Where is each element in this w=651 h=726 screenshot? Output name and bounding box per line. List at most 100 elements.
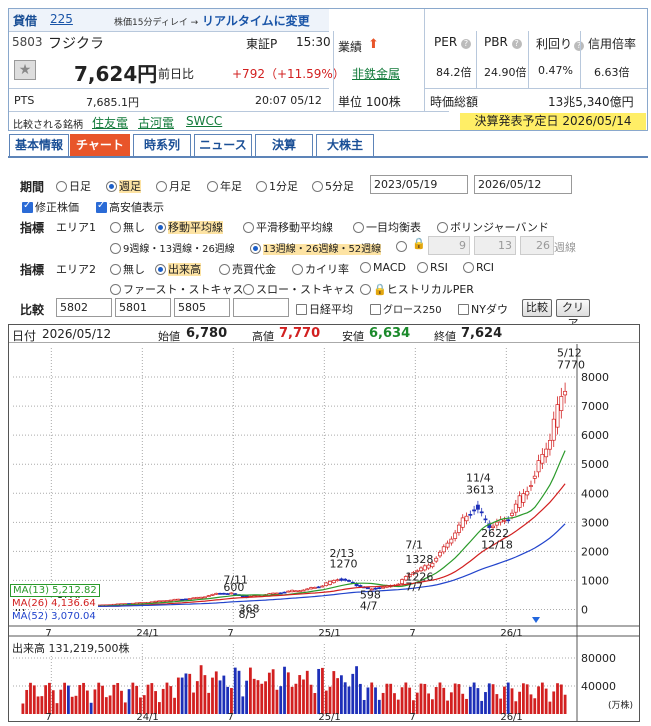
high-low-checkbox[interactable]: 高安値表示 <box>96 199 164 215</box>
custom-ma-1[interactable]: 9 <box>428 236 470 255</box>
volume-bar <box>442 687 446 714</box>
x-tick-label: 7 <box>409 712 415 722</box>
area2-macd[interactable]: MACD <box>360 261 406 274</box>
area2-label: エリア2 <box>56 263 96 276</box>
per-help-icon[interactable]: ? <box>460 39 471 49</box>
sector-link[interactable]: 非鉄金属 <box>352 65 400 82</box>
tab-news[interactable]: ニュース <box>194 134 252 156</box>
compare-code-3[interactable]: 5805 <box>174 298 230 317</box>
area1-none[interactable]: 無し <box>110 219 145 235</box>
ma-option-custom[interactable] <box>396 240 409 253</box>
volume-bar <box>468 686 472 714</box>
compare-nydow-checkbox[interactable]: NYダウ <box>458 301 508 317</box>
volume-bar <box>237 670 241 714</box>
y-tick-label: 4000 <box>581 487 609 500</box>
ma-option-13-26-52[interactable]: 13週線・26週線・52週線 <box>250 240 382 255</box>
candle-body <box>343 578 348 581</box>
tab-chart[interactable]: チャート <box>70 134 130 156</box>
candle-body <box>316 586 321 589</box>
info-open-label: 始値 <box>158 330 180 343</box>
candle-body <box>559 396 564 411</box>
volume-bar <box>381 692 385 714</box>
period-daily[interactable]: 日足 <box>56 178 91 194</box>
custom-ma-2[interactable]: 13 <box>474 236 516 255</box>
candle-body <box>312 587 317 589</box>
volume-bar <box>294 683 298 714</box>
market-cap-value: 13兆5,340億円 <box>548 95 634 109</box>
ma52-legend: MA(52) 3,070.04 <box>10 611 98 622</box>
area2-turnover[interactable]: 売買代金 <box>219 261 276 277</box>
period-monthly[interactable]: 月足 <box>156 178 191 194</box>
compare-button[interactable]: 比較 <box>522 299 552 317</box>
candle-body <box>400 579 405 584</box>
y-tick-label: 6000 <box>581 429 609 442</box>
favorite-button[interactable]: ★ <box>14 60 36 80</box>
volume-bar <box>211 677 214 714</box>
volume-bar <box>321 667 324 714</box>
volume-bar <box>374 687 377 714</box>
ma-option-9-13-26[interactable]: 9週線・13週線・26週線 <box>110 240 235 255</box>
volume-bar <box>358 683 362 714</box>
period-1min[interactable]: 1分足 <box>256 178 298 194</box>
volume-bar <box>339 675 343 714</box>
area1-moving-average[interactable]: 移動平均線 <box>155 219 223 235</box>
volume-bar <box>427 693 431 714</box>
candle-body <box>472 509 477 512</box>
lock-icon-2: 🔒 <box>373 283 387 296</box>
volume-bar <box>40 696 44 714</box>
date-from-input[interactable]: 2023/05/19 <box>370 175 468 194</box>
price-chart[interactable]: 8/147/116003688/52/1312705984/77/1132812… <box>9 344 639 722</box>
tab-time-series[interactable]: 時系列 <box>133 134 191 156</box>
gyoseki-up-icon: ⬆ <box>368 37 379 52</box>
volume-bar <box>430 699 434 714</box>
compare-code-2[interactable]: 5801 <box>115 298 171 317</box>
custom-ma-3[interactable]: 26 <box>520 236 554 255</box>
clear-button[interactable]: クリア <box>556 299 590 330</box>
candle-body <box>536 460 541 473</box>
candle-body <box>297 590 302 593</box>
tab-major-shareholders[interactable]: 大株主 <box>316 134 374 156</box>
period-weekly[interactable]: 週足 <box>106 178 141 194</box>
candle-body <box>176 598 181 601</box>
volume-bar <box>112 684 116 714</box>
area2-volume[interactable]: 出来高 <box>155 261 201 277</box>
candle-body <box>563 390 568 396</box>
tab-basic-info[interactable]: 基本情報 <box>9 134 69 156</box>
compare-stock-link-1[interactable]: 住友電 <box>92 114 128 131</box>
volume-bar <box>317 668 321 714</box>
volume-bar <box>449 692 453 714</box>
y-tick-label: 7000 <box>581 400 609 413</box>
loan-value-link[interactable]: 225 <box>50 12 73 26</box>
area2-deviation[interactable]: カイリ率 <box>292 261 349 277</box>
compare-growth250-checkbox[interactable]: グロース250 <box>370 301 442 316</box>
period-5min[interactable]: 5分足 <box>312 178 354 194</box>
date-to-input[interactable]: 2026/05/12 <box>474 175 572 194</box>
compare-code-1[interactable]: 5802 <box>56 298 112 317</box>
compare-stock-link-3[interactable]: SWCC <box>186 114 222 128</box>
realtime-link[interactable]: リアルタイムに変更 <box>202 12 310 29</box>
area2-rsi[interactable]: RSI <box>417 261 448 274</box>
area2-fast-stochastic[interactable]: ファースト・ストキャス <box>110 281 243 297</box>
candle-body <box>271 592 276 595</box>
pbr-help-icon[interactable]: ? <box>511 39 522 49</box>
volume-bar <box>324 690 328 714</box>
area1-smoothed-ma[interactable]: 平滑移動平均線 <box>243 219 333 235</box>
candle-body <box>532 475 537 479</box>
adjusted-price-checkbox[interactable]: 修正株価 <box>22 199 79 215</box>
area1-ichimoku[interactable]: 一目均衡表 <box>353 219 421 235</box>
compare-nikkei-checkbox[interactable]: 日経平均 <box>296 301 353 317</box>
volume-bar <box>245 680 249 714</box>
stock-code: 5803 <box>12 35 43 49</box>
candle-body <box>157 600 162 603</box>
area2-historical-per[interactable]: 🔒ヒストリカルPER <box>360 281 474 297</box>
area2-rci[interactable]: RCI <box>463 261 494 274</box>
area1-bollinger[interactable]: ボリンジャーバンド <box>437 219 549 235</box>
period-yearly[interactable]: 年足 <box>207 178 242 194</box>
area2-slow-stochastic[interactable]: スロー・ストキャス <box>243 281 355 297</box>
compare-code-4[interactable] <box>233 298 289 317</box>
earnings-date: 決算発表予定日 2026/05/14 <box>460 113 646 130</box>
compare-stock-link-2[interactable]: 古河電 <box>138 114 174 131</box>
area2-none[interactable]: 無し <box>110 261 145 277</box>
tab-earnings[interactable]: 決算 <box>255 134 313 156</box>
star-icon: ★ <box>18 62 32 78</box>
